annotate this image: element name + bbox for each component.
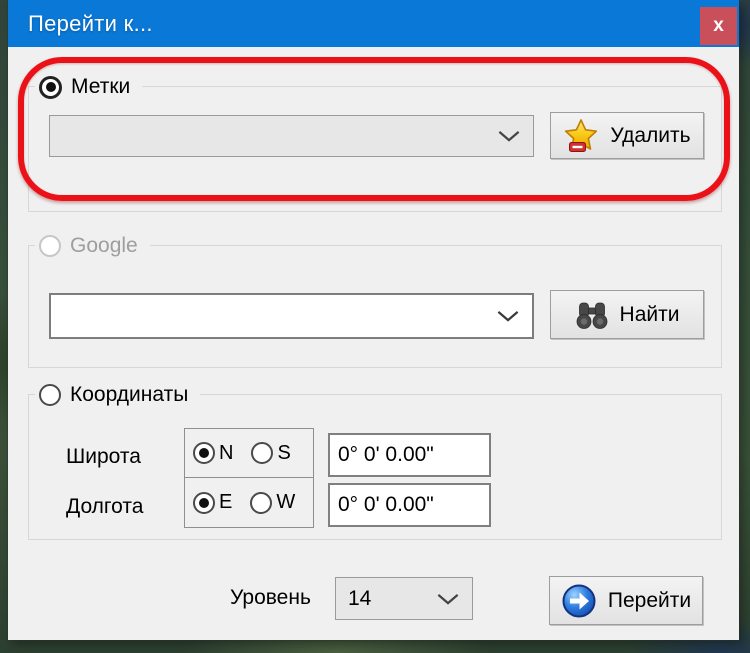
latitude-direction-box: N S <box>184 428 314 478</box>
find-button[interactable]: Найти <box>550 290 704 339</box>
google-groupbox: Google Найти <box>28 231 722 368</box>
longitude-direction-box: E W <box>184 477 314 528</box>
north-radio[interactable] <box>193 442 215 464</box>
google-radio-label: Google <box>70 234 138 257</box>
close-icon: x <box>713 15 724 36</box>
latitude-south-option[interactable]: S <box>251 441 291 465</box>
longitude-west-option[interactable]: W <box>250 491 295 514</box>
west-label: W <box>276 491 296 513</box>
longitude-label: Долгота <box>66 495 144 518</box>
close-button[interactable]: x <box>700 7 737 45</box>
marks-groupbox: Метки Удалить <box>28 72 722 212</box>
goto-dialog: Перейти к... x Метки Удалить Google Найт… <box>8 0 739 640</box>
coords-groupbox: Координаты Широта N S 0° 0' 0.00" Долгот… <box>28 380 722 540</box>
east-radio[interactable] <box>193 491 215 514</box>
star-minus-icon <box>563 118 599 154</box>
chevron-down-icon <box>437 593 459 605</box>
marks-radio[interactable] <box>39 75 62 99</box>
south-label: S <box>277 441 291 464</box>
level-combobox[interactable]: 14 <box>335 577 473 620</box>
level-value: 14 <box>348 586 372 610</box>
marks-radio-row[interactable]: Метки <box>35 72 143 102</box>
find-button-label: Найти <box>619 302 680 326</box>
delete-button-label: Удалить <box>610 123 691 147</box>
coords-radio[interactable] <box>39 384 61 406</box>
north-label: N <box>219 441 234 464</box>
binoculars-icon <box>575 300 609 330</box>
go-button-label: Перейти <box>607 588 692 612</box>
longitude-input[interactable]: 0° 0' 0.00" <box>328 483 491 527</box>
east-label: E <box>219 491 233 513</box>
google-search-combobox[interactable] <box>49 293 534 339</box>
coords-radio-label: Координаты <box>70 383 189 406</box>
latitude-label: Широта <box>66 445 141 468</box>
google-radio-row[interactable]: Google <box>35 231 150 261</box>
longitude-east-option[interactable]: E <box>193 491 232 514</box>
arrow-right-circle-icon <box>561 583 597 619</box>
marks-radio-label: Метки <box>71 75 131 98</box>
west-radio[interactable] <box>250 491 273 514</box>
delete-button[interactable]: Удалить <box>550 112 704 159</box>
coords-radio-row[interactable]: Координаты <box>35 380 201 410</box>
go-button[interactable]: Перейти <box>549 576 703 625</box>
longitude-value: 0° 0' 0.00" <box>338 493 434 516</box>
south-radio[interactable] <box>251 442 274 464</box>
titlebar[interactable]: Перейти к... x <box>8 0 739 47</box>
level-label: Уровень <box>230 586 311 609</box>
chevron-down-icon <box>498 130 520 142</box>
marks-combobox[interactable] <box>49 115 534 157</box>
google-radio[interactable] <box>39 235 61 257</box>
latitude-value: 0° 0' 0.00" <box>338 443 434 466</box>
window-title: Перейти к... <box>28 10 153 36</box>
latitude-north-option[interactable]: N <box>193 442 233 465</box>
latitude-input[interactable]: 0° 0' 0.00" <box>328 433 491 477</box>
chevron-down-icon <box>497 310 519 322</box>
